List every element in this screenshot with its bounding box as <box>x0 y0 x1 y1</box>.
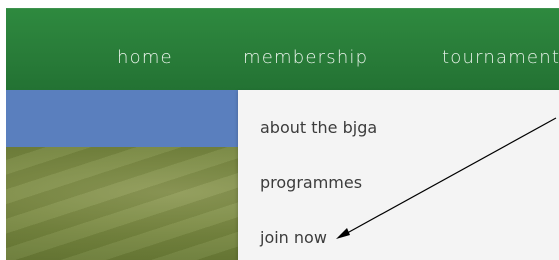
dropdown-item-about-the-bjga[interactable]: about the bjga <box>260 118 377 138</box>
main-navigation: home membership tournaments <box>6 8 559 90</box>
nav-item-tournaments[interactable]: tournaments <box>442 47 559 69</box>
dropdown-item-join-now[interactable]: join now <box>260 228 327 248</box>
dropdown-item-programmes[interactable]: programmes <box>260 173 362 193</box>
membership-dropdown-menu: about the bjga programmes join now <box>238 90 559 260</box>
nav-item-home[interactable]: home <box>117 47 173 69</box>
page: home membership tournaments about the bj… <box>0 0 559 260</box>
nav-item-membership[interactable]: membership <box>243 47 368 69</box>
